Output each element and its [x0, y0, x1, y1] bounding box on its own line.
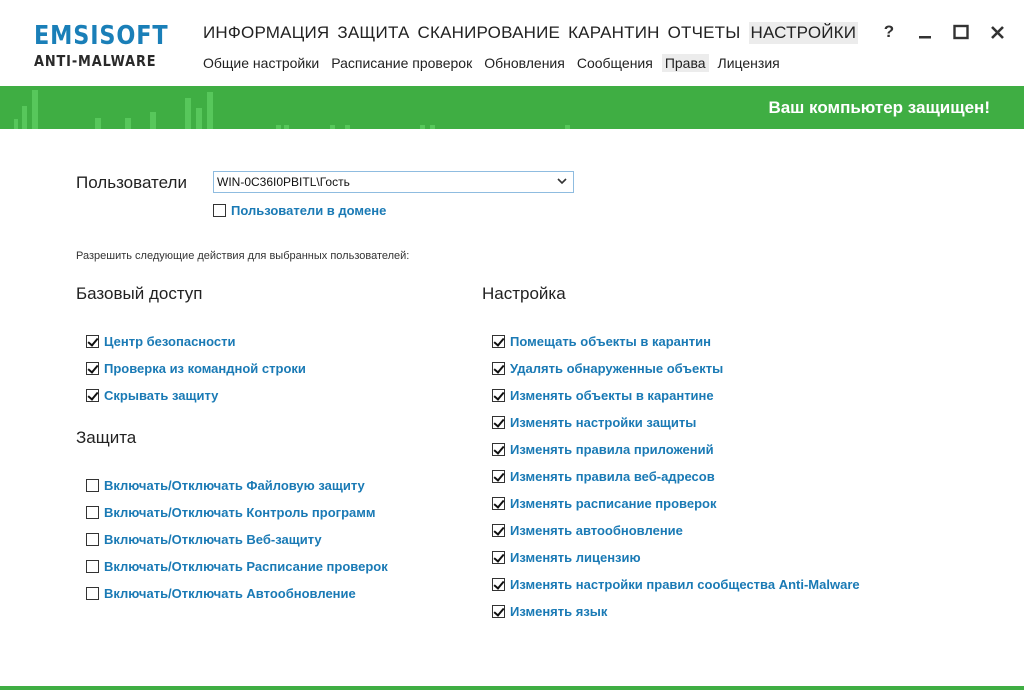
- permission-checkbox-row[interactable]: Изменять объекты в карантине: [492, 388, 714, 403]
- checkbox-label: Скрывать защиту: [104, 388, 219, 403]
- protection-status: Ваш компьютер защищен!: [768, 98, 990, 117]
- checkbox[interactable]: [86, 479, 99, 492]
- status-bar: Ваш компьютер защищен!: [0, 86, 1024, 129]
- app-logo: EMSISOFT ANTI-MALWARE: [34, 22, 190, 70]
- checkbox-label: Включать/Отключать Автообновление: [104, 586, 356, 601]
- section-title-settings: Настройка: [482, 284, 566, 303]
- permission-checkbox-row[interactable]: Включать/Отключать Веб-защиту: [86, 532, 322, 547]
- section-title-basic: Базовый доступ: [76, 284, 203, 303]
- sub-nav-item[interactable]: Права: [661, 54, 709, 72]
- close-button[interactable]: [988, 22, 1006, 42]
- section-title-protection: Защита: [76, 428, 137, 447]
- permission-checkbox-row[interactable]: Проверка из командной строки: [86, 361, 306, 376]
- checkbox[interactable]: [213, 204, 226, 217]
- permission-checkbox-row[interactable]: Включать/Отключать Контроль программ: [86, 505, 376, 520]
- checkbox[interactable]: [86, 362, 99, 375]
- bottom-accent-bar: [0, 686, 1024, 690]
- window-controls: ?: [880, 22, 1006, 42]
- permission-checkbox-row[interactable]: Изменять язык: [492, 604, 607, 619]
- permission-checkbox-row[interactable]: Изменять автообновление: [492, 523, 683, 538]
- users-dropdown[interactable]: WIN-0C36I0PBITL\Гость: [213, 171, 574, 193]
- checkbox-label: Включать/Отключать Расписание проверок: [104, 559, 388, 574]
- checkbox-label: Изменять лицензию: [510, 550, 641, 565]
- minimize-icon: [919, 36, 931, 39]
- minimize-button[interactable]: [916, 22, 934, 42]
- sub-nav-item[interactable]: Расписание проверок: [331, 54, 472, 72]
- checkbox-label: Центр безопасности: [104, 334, 236, 349]
- maximize-button[interactable]: [952, 22, 970, 42]
- sub-nav: Общие настройки Расписание проверок Обновл…: [203, 54, 792, 72]
- permission-checkbox-row[interactable]: Помещать объекты в карантин: [492, 334, 711, 349]
- checkbox[interactable]: [86, 335, 99, 348]
- checkbox-label: Изменять расписание проверок: [510, 496, 717, 511]
- checkbox-label: Изменять правила приложений: [510, 442, 714, 457]
- permission-checkbox-row[interactable]: Скрывать защиту: [86, 388, 218, 403]
- permission-checkbox-row[interactable]: Изменять расписание проверок: [492, 496, 716, 511]
- sub-nav-item[interactable]: Обновления: [484, 54, 565, 72]
- checkbox[interactable]: [492, 578, 505, 591]
- permission-checkbox-row[interactable]: Центр безопасности: [86, 334, 236, 349]
- checkbox-label: Изменять автообновление: [510, 523, 683, 538]
- checkbox[interactable]: [492, 362, 505, 375]
- checkbox[interactable]: [86, 506, 99, 519]
- checkbox[interactable]: [86, 560, 99, 573]
- checkbox[interactable]: [492, 335, 505, 348]
- logo-product: ANTI-MALWARE: [34, 52, 157, 70]
- sub-nav-item[interactable]: Сообщения: [577, 54, 653, 72]
- main-nav-item[interactable]: НАСТРОЙКИ: [748, 22, 859, 44]
- main-nav: ИНФОРМАЦИЯ ЗАЩИТА СКАНИРОВАНИЕ КАРАНТИН ОТЧЕ…: [203, 22, 862, 44]
- permission-checkbox-row[interactable]: Включать/Отключать Файловую защиту: [86, 478, 365, 493]
- sub-nav-item[interactable]: Общие настройки: [203, 54, 319, 72]
- checkbox[interactable]: [492, 497, 505, 510]
- checkbox[interactable]: [492, 605, 505, 618]
- permissions-description: Разрешить следующие действия для выбранн…: [76, 250, 410, 262]
- permission-checkbox-row[interactable]: Изменять настройки правил сообщества Ant…: [492, 577, 860, 592]
- checkbox[interactable]: [492, 470, 505, 483]
- checkbox-label: Пользователи в домене: [231, 203, 387, 218]
- checkbox[interactable]: [492, 416, 505, 429]
- sub-nav-item[interactable]: Лицензия: [718, 54, 780, 72]
- checkbox[interactable]: [86, 533, 99, 546]
- checkbox-label: Включать/Отключать Файловую защиту: [104, 478, 365, 493]
- checkbox-label: Изменять настройки правил сообщества Ant…: [510, 577, 860, 592]
- checkbox-label: Удалять обнаруженные объекты: [510, 361, 724, 376]
- main-nav-item[interactable]: СКАНИРОВАНИЕ: [418, 22, 565, 44]
- permission-checkbox-row[interactable]: Включать/Отключать Автообновление: [86, 586, 356, 601]
- checkbox[interactable]: [492, 389, 505, 402]
- domain-users-checkbox[interactable]: Пользователи в домене: [213, 203, 386, 218]
- checkbox[interactable]: [492, 524, 505, 537]
- checkbox[interactable]: [86, 389, 99, 402]
- help-icon: ?: [883, 22, 895, 41]
- checkbox-label: Изменять объекты в карантине: [510, 388, 714, 403]
- users-dropdown-value: WIN-0C36I0PBITL\Гость: [217, 175, 350, 189]
- checkbox-label: Помещать объекты в карантин: [510, 334, 711, 349]
- help-button[interactable]: ?: [880, 22, 898, 42]
- main-nav-item[interactable]: ОТЧЕТЫ: [668, 22, 745, 44]
- checkbox-label: Изменять язык: [510, 604, 608, 619]
- main-nav-item[interactable]: ЗАЩИТА: [337, 22, 413, 44]
- maximize-icon: [953, 24, 969, 40]
- checkbox[interactable]: [86, 587, 99, 600]
- checkbox[interactable]: [492, 443, 505, 456]
- main-nav-item[interactable]: КАРАНТИН: [568, 22, 664, 44]
- main-nav-item[interactable]: ИНФОРМАЦИЯ: [203, 22, 333, 44]
- users-label: Пользователи: [76, 173, 187, 192]
- logo-brand: EMSISOFT: [34, 21, 169, 51]
- permission-checkbox-row[interactable]: Включать/Отключать Расписание проверок: [86, 559, 388, 574]
- permission-checkbox-row[interactable]: Удалять обнаруженные объекты: [492, 361, 723, 376]
- checkbox[interactable]: [492, 551, 505, 564]
- permission-checkbox-row[interactable]: Изменять настройки защиты: [492, 415, 696, 430]
- checkbox-label: Проверка из командной строки: [104, 361, 306, 376]
- permission-checkbox-row[interactable]: Изменять лицензию: [492, 550, 641, 565]
- chevron-down-icon: [557, 178, 567, 185]
- permission-checkbox-row[interactable]: Изменять правила приложений: [492, 442, 714, 457]
- checkbox-label: Изменять правила веб-адресов: [510, 469, 715, 484]
- checkbox-label: Изменять настройки защиты: [510, 415, 697, 430]
- activity-graph: [14, 90, 570, 129]
- close-icon: [990, 25, 1004, 39]
- checkbox-label: Включать/Отключать Веб-защиту: [104, 532, 322, 547]
- checkbox-label: Включать/Отключать Контроль программ: [104, 505, 376, 520]
- permission-checkbox-row[interactable]: Изменять правила веб-адресов: [492, 469, 715, 484]
